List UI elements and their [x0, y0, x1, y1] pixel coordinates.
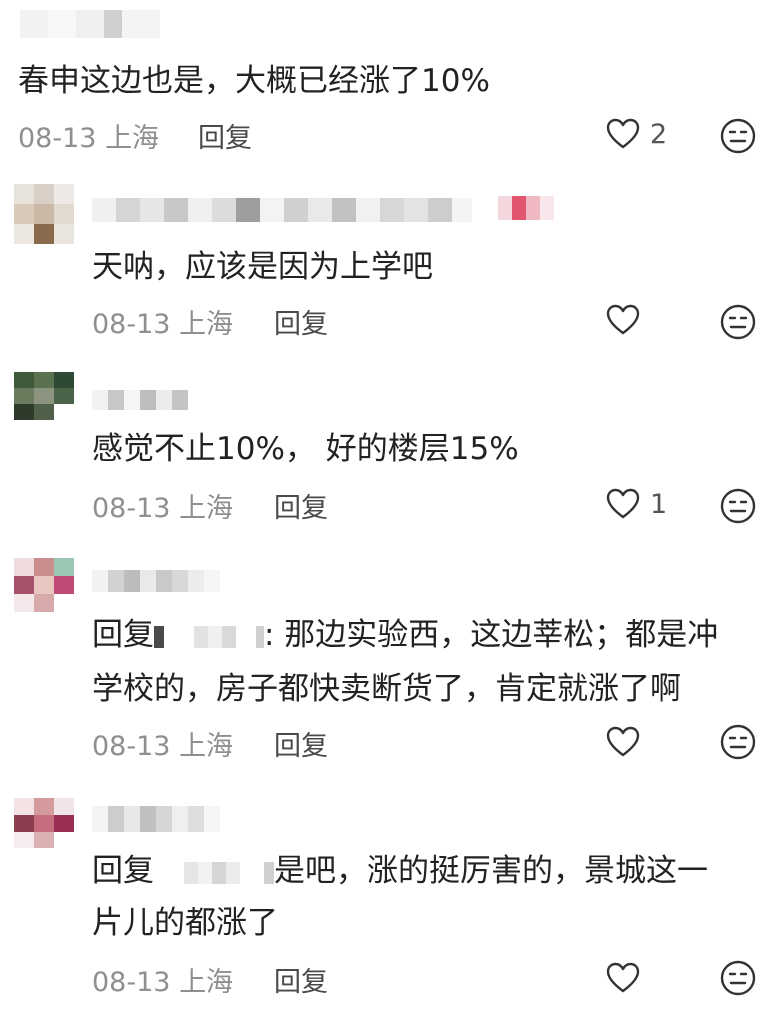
- reply-prefix: 回复: [92, 853, 154, 889]
- like-button[interactable]: [606, 962, 650, 994]
- comment-text-line1: 回复 : 那边实验西，这边莘松；都是冲: [92, 606, 718, 664]
- heart-outline-icon: [606, 488, 640, 519]
- comment-text-line2: 片儿的都涨了: [92, 905, 278, 941]
- username-blurred[interactable]: [92, 806, 220, 832]
- heart-outline-icon: [606, 304, 640, 335]
- like-count: 1: [650, 488, 668, 520]
- username-blurred[interactable]: [92, 198, 472, 222]
- reply-prefix: 回复: [92, 617, 154, 653]
- comment-meta: 08-13 上海: [18, 116, 159, 155]
- comment-date: 08-13: [92, 731, 171, 762]
- neutral-face-icon: [720, 304, 756, 340]
- neutral-face-icon: [720, 118, 756, 154]
- dislike-button[interactable]: [720, 118, 756, 158]
- avatar[interactable]: [14, 798, 74, 848]
- comment-meta: 08-13 上海: [92, 486, 233, 525]
- dislike-button[interactable]: [720, 724, 756, 764]
- comment-meta: 08-13 上海: [92, 960, 233, 999]
- comment-date: 08-13: [18, 123, 97, 154]
- comment-date: 08-13: [92, 309, 171, 340]
- user-badge-blurred: [498, 196, 554, 220]
- reply-button[interactable]: 回复: [198, 116, 252, 155]
- like-button[interactable]: 1: [606, 488, 667, 520]
- dislike-button[interactable]: [720, 304, 756, 344]
- mentioned-username-blurred[interactable]: [154, 625, 264, 648]
- like-button[interactable]: [606, 726, 650, 758]
- comment-location: 上海: [179, 309, 234, 340]
- like-button[interactable]: [606, 304, 650, 336]
- mentioned-username-blurred[interactable]: [154, 861, 274, 884]
- reply-button[interactable]: 回复: [274, 486, 328, 525]
- username-blurred[interactable]: [92, 570, 220, 592]
- comment-location: 上海: [179, 967, 234, 998]
- comment-location: 上海: [179, 731, 234, 762]
- like-button[interactable]: 2: [606, 118, 667, 150]
- like-count: 2: [650, 118, 668, 150]
- comment-date: 08-13: [92, 967, 171, 998]
- comment-text: 春申这边也是，大概已经涨了10%: [18, 63, 490, 99]
- reply-button[interactable]: 回复: [274, 302, 328, 341]
- comment-text: 天呐，应该是因为上学吧: [92, 249, 433, 285]
- dislike-button[interactable]: [720, 960, 756, 1000]
- heart-outline-icon: [606, 726, 640, 757]
- comment-text: 感觉不止10%， 好的楼层15%: [92, 431, 519, 467]
- neutral-face-icon: [720, 724, 756, 760]
- avatar[interactable]: [14, 558, 74, 612]
- username-blurred[interactable]: [92, 390, 188, 410]
- comment-location: 上海: [105, 123, 160, 154]
- dislike-button[interactable]: [720, 488, 756, 528]
- comment-location: 上海: [179, 493, 234, 524]
- avatar[interactable]: [14, 372, 74, 420]
- comment-date: 08-13: [92, 493, 171, 524]
- comment-meta: 08-13 上海: [92, 302, 233, 341]
- username-blurred: [20, 10, 160, 38]
- neutral-face-icon: [720, 960, 756, 996]
- avatar[interactable]: [14, 184, 74, 244]
- heart-outline-icon: [606, 962, 640, 993]
- reply-button[interactable]: 回复: [274, 960, 328, 999]
- comment-body: 是吧，涨的挺厉害的，景城这一: [274, 853, 708, 889]
- neutral-face-icon: [720, 488, 756, 524]
- comment-meta: 08-13 上海: [92, 724, 233, 763]
- comment-text-line1: 回复 是吧，涨的挺厉害的，景城这一: [92, 842, 708, 900]
- reply-button[interactable]: 回复: [274, 724, 328, 763]
- heart-outline-icon: [606, 118, 640, 149]
- comment-text-line2: 学校的，房子都快卖断货了，肯定就涨了啊: [92, 671, 681, 707]
- comment-body: : 那边实验西，这边莘松；都是冲: [264, 617, 719, 653]
